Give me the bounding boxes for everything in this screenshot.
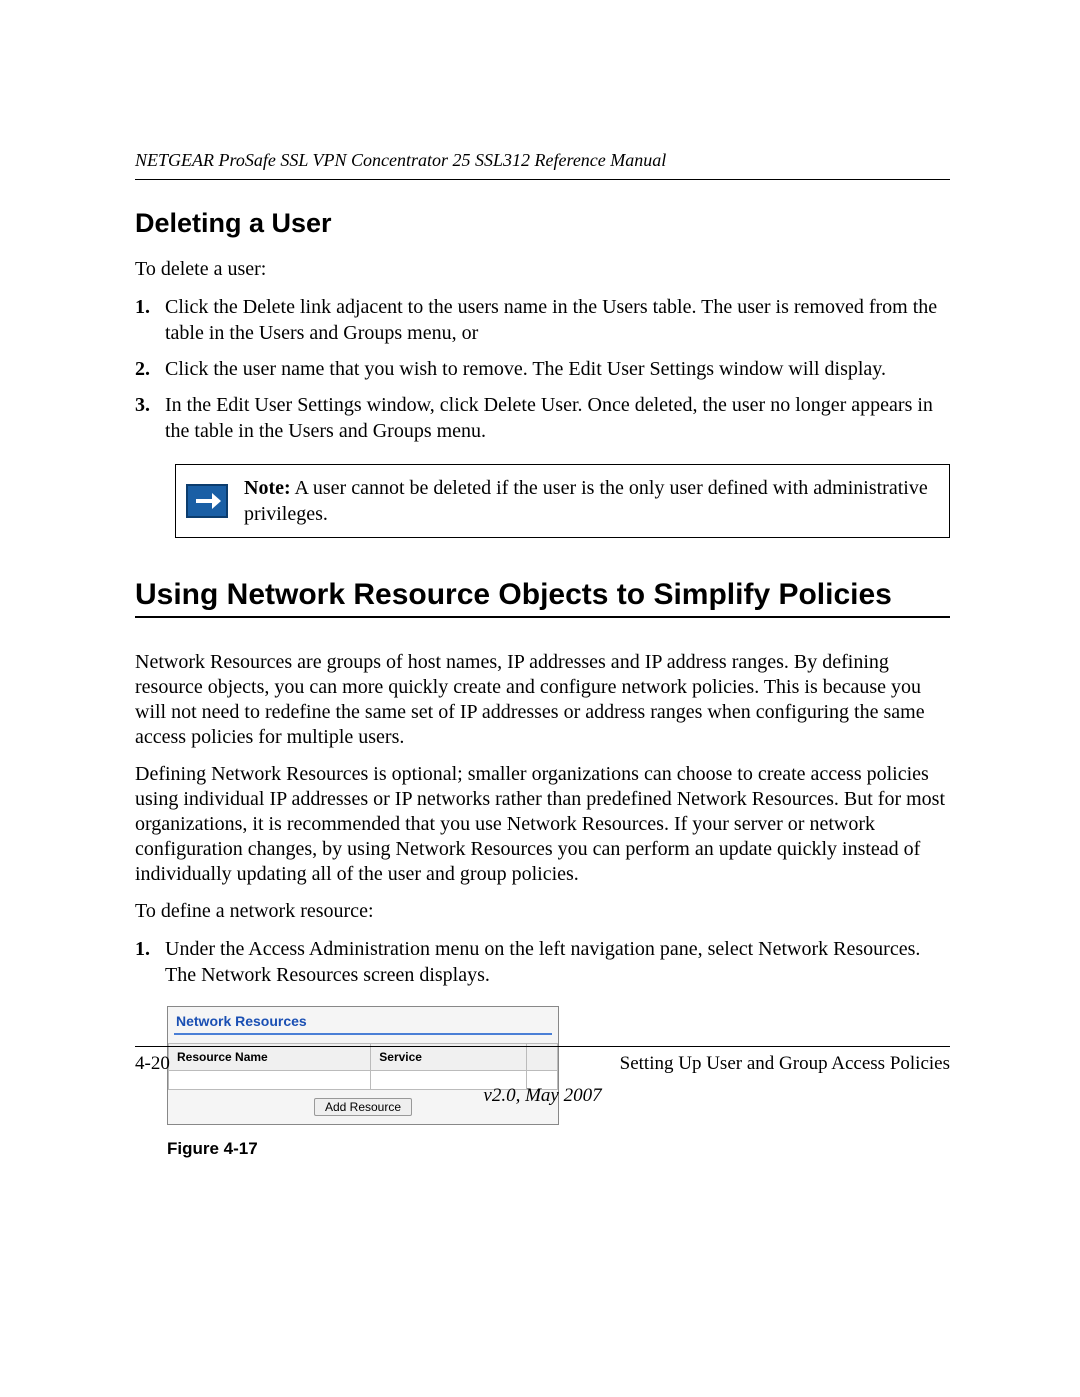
heading-network-resources: Using Network Resource Objects to Simpli… (135, 578, 950, 618)
paragraph: Network Resources are groups of host nam… (135, 650, 950, 750)
steps-define: 1.Under the Access Administration menu o… (135, 936, 950, 988)
figure-caption: Figure 4-17 (167, 1139, 950, 1159)
panel-title: Network Resources (168, 1007, 558, 1033)
step-item: 1.Click the Delete link adjacent to the … (135, 294, 950, 346)
document-page: NETGEAR ProSafe SSL VPN Concentrator 25 … (0, 0, 1080, 1397)
running-header: NETGEAR ProSafe SSL VPN Concentrator 25 … (135, 150, 950, 180)
note-body: A user cannot be deleted if the user is … (244, 477, 928, 525)
step-text: Click the user name that you wish to rem… (165, 356, 950, 382)
step-text: Under the Access Administration menu on … (165, 936, 950, 988)
step-item: 2.Click the user name that you wish to r… (135, 356, 950, 382)
note-callout: Note: A user cannot be deleted if the us… (175, 464, 950, 538)
page-footer: 4-20 Setting Up User and Group Access Po… (135, 1046, 950, 1107)
note-text: Note: A user cannot be deleted if the us… (244, 475, 935, 527)
steps-deleting: 1.Click the Delete link adjacent to the … (135, 294, 950, 444)
step-item: 3.In the Edit User Settings window, clic… (135, 392, 950, 444)
arrow-right-icon (186, 484, 228, 518)
note-label: Note: (244, 477, 291, 499)
step-text: In the Edit User Settings window, click … (165, 392, 950, 444)
heading-deleting-user: Deleting a User (135, 208, 950, 239)
step-item: 1.Under the Access Administration menu o… (135, 936, 950, 988)
version-line: v2.0, May 2007 (135, 1085, 950, 1107)
page-number: 4-20 (135, 1053, 170, 1075)
step-text: Click the Delete link adjacent to the us… (165, 294, 950, 346)
intro-deleting: To delete a user: (135, 257, 950, 282)
panel-underline (174, 1033, 552, 1035)
intro-define: To define a network resource: (135, 899, 950, 924)
chapter-title: Setting Up User and Group Access Policie… (620, 1053, 950, 1075)
paragraph: Defining Network Resources is optional; … (135, 762, 950, 887)
